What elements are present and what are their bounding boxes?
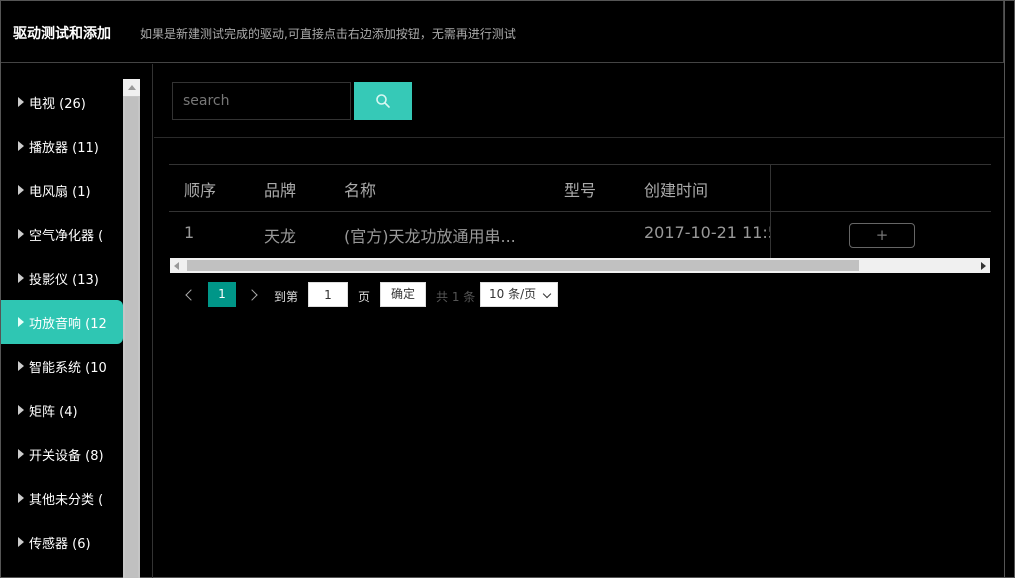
caret-right-icon bbox=[18, 97, 24, 107]
sidebar-item-label: 投影仪 (13) bbox=[29, 272, 99, 288]
caret-right-icon bbox=[18, 449, 24, 459]
page-size-value: 10 条/页 bbox=[489, 287, 537, 301]
column-header-created[interactable]: 创建时间 bbox=[644, 177, 708, 201]
caret-right-icon bbox=[18, 229, 24, 239]
driver-table: 顺序 品牌 名称 型号 创建时间 1 天龙 (官方)天龙功放通用串... 201… bbox=[169, 164, 991, 258]
chevron-down-icon bbox=[542, 289, 552, 299]
add-driver-button[interactable]: + bbox=[849, 223, 915, 248]
search-button[interactable] bbox=[354, 82, 412, 120]
caret-right-icon bbox=[18, 405, 24, 415]
sidebar-item-label: 矩阵 (4) bbox=[29, 404, 78, 420]
sidebar-item-sensor[interactable]: 传感器 (6) bbox=[1, 520, 123, 564]
arrow-right-icon[interactable] bbox=[981, 262, 986, 270]
total-count: 共 1 条 bbox=[436, 290, 476, 304]
column-header-order[interactable]: 顺序 bbox=[184, 177, 216, 201]
sidebar-item-player[interactable]: 播放器 (11) bbox=[1, 124, 123, 168]
header-divider bbox=[771, 211, 991, 212]
page-header: 驱动测试和添加 如果是新建测试完成的驱动,可直接点击右边添加按钮，无需再进行测试 bbox=[1, 1, 1004, 63]
sidebar-item-air-purifier[interactable]: 空气净化器 ( bbox=[1, 212, 123, 256]
cell-name: (官方)天龙功放通用串... bbox=[344, 227, 516, 246]
scrollbar-thumb[interactable] bbox=[187, 260, 859, 271]
sidebar-item-label: 播放器 (11) bbox=[29, 140, 99, 156]
goto-page-input[interactable] bbox=[308, 282, 348, 307]
sidebar-item-other[interactable]: 其他未分类 ( bbox=[1, 476, 123, 520]
sidebar-item-tv[interactable]: 电视 (26) bbox=[1, 80, 123, 124]
scroll-up-button[interactable] bbox=[123, 79, 140, 96]
cell-created: 2017-10-21 11:52 bbox=[644, 223, 770, 242]
sidebar-item-label: 传感器 (6) bbox=[29, 536, 91, 552]
sidebar-item-label: 其他未分类 ( bbox=[29, 492, 104, 508]
caret-right-icon bbox=[18, 273, 24, 283]
chevron-right-icon bbox=[246, 289, 258, 301]
column-header-model[interactable]: 型号 bbox=[564, 177, 596, 201]
chevron-left-icon bbox=[185, 289, 197, 301]
category-sidebar: 电视 (26) 播放器 (11) 电风扇 (1) 空气净化器 ( 投影仪 (13… bbox=[1, 64, 153, 578]
sidebar-scrollbar[interactable] bbox=[123, 79, 140, 578]
cell-brand: 天龙 bbox=[264, 227, 297, 246]
action-column: + bbox=[770, 165, 991, 258]
prev-page-button[interactable] bbox=[179, 282, 199, 308]
sidebar-item-label: 空气净化器 ( bbox=[29, 228, 104, 244]
caret-right-icon bbox=[18, 493, 24, 503]
caret-right-icon bbox=[18, 141, 24, 151]
column-header-name[interactable]: 名称 bbox=[344, 177, 376, 201]
caret-right-icon bbox=[18, 317, 24, 327]
page-unit-label: 页 bbox=[358, 290, 371, 304]
arrow-up-icon bbox=[127, 85, 136, 90]
table-horizontal-scrollbar[interactable] bbox=[170, 258, 990, 273]
right-border bbox=[1004, 0, 1005, 578]
caret-right-icon bbox=[18, 537, 24, 547]
cell-order: 1 bbox=[184, 223, 195, 242]
sidebar-item-switch-device[interactable]: 开关设备 (8) bbox=[1, 432, 123, 476]
caret-right-icon bbox=[18, 185, 24, 195]
goto-confirm-button[interactable]: 确定 bbox=[380, 282, 426, 307]
scrollbar-thumb[interactable] bbox=[125, 97, 138, 578]
arrow-left-icon[interactable] bbox=[174, 262, 179, 270]
sidebar-item-fan[interactable]: 电风扇 (1) bbox=[1, 168, 123, 212]
sidebar-item-label: 电视 (26) bbox=[29, 96, 86, 112]
toolbar-divider bbox=[154, 137, 1004, 138]
goto-label: 到第 bbox=[274, 290, 299, 304]
sidebar-item-label: 电风扇 (1) bbox=[29, 184, 91, 200]
search-icon bbox=[376, 94, 390, 108]
sidebar-item-projector[interactable]: 投影仪 (13) bbox=[1, 256, 123, 300]
sidebar-item-label: 智能系统 (10 bbox=[29, 360, 107, 376]
page-size-select[interactable]: 10 条/页 bbox=[480, 282, 558, 307]
sidebar-item-label: 开关设备 (8) bbox=[29, 448, 104, 464]
sidebar-item-amplifier[interactable]: 功放音响 (12 bbox=[1, 300, 123, 344]
page-subtitle: 如果是新建测试完成的驱动,可直接点击右边添加按钮，无需再进行测试 bbox=[140, 27, 516, 41]
sidebar-item-matrix[interactable]: 矩阵 (4) bbox=[1, 388, 123, 432]
column-header-brand[interactable]: 品牌 bbox=[264, 177, 296, 201]
sidebar-item-smart-system[interactable]: 智能系统 (10 bbox=[1, 344, 123, 388]
next-page-button[interactable] bbox=[244, 282, 264, 308]
search-input[interactable] bbox=[172, 82, 351, 120]
caret-right-icon bbox=[18, 361, 24, 371]
page-number-current[interactable]: 1 bbox=[208, 282, 236, 307]
page-title: 驱动测试和添加 bbox=[13, 26, 111, 42]
sidebar-item-label: 功放音响 (12 bbox=[29, 316, 107, 332]
